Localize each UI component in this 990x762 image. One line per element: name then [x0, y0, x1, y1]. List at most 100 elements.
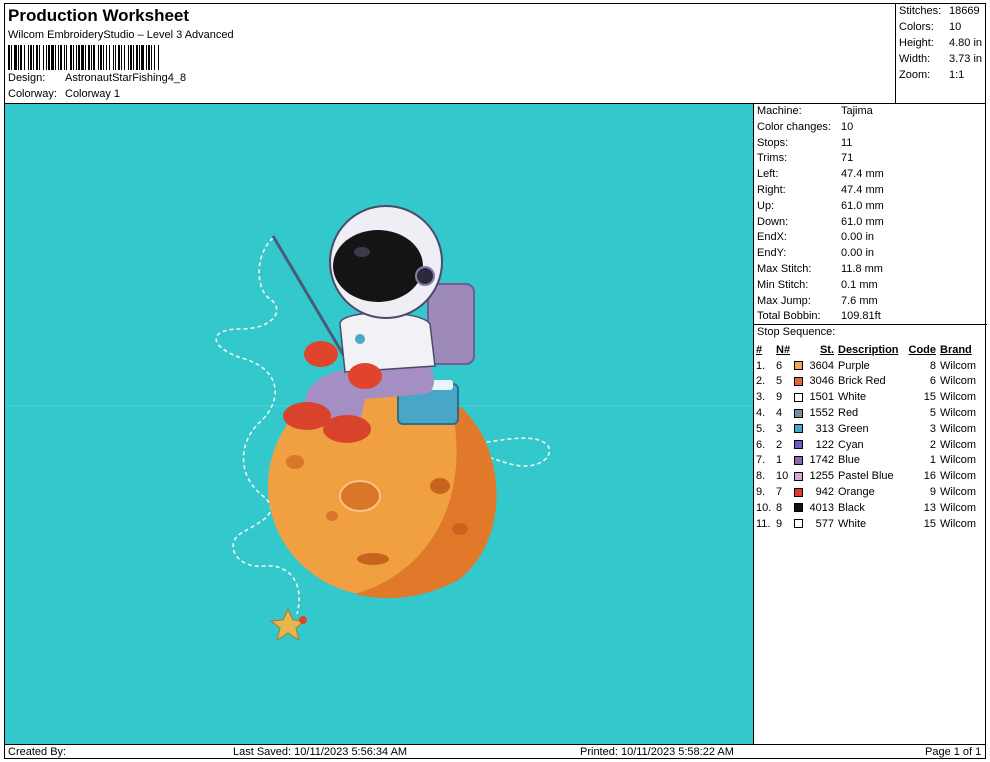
- cell-n: 9: [776, 517, 783, 530]
- astronaut-torso: [339, 312, 436, 373]
- cell-code: 8: [929, 359, 936, 372]
- cell-desc: Red: [838, 407, 859, 420]
- moon-crater: [357, 553, 389, 565]
- cell-code: 3: [929, 422, 936, 435]
- cell-brand: Wilcom: [940, 359, 977, 372]
- stat-row: Width: 3.73 in: [899, 53, 982, 65]
- machine-info-row: EndY: 0.00 in: [757, 247, 874, 259]
- machine-info-value: 7.6 mm: [841, 294, 878, 307]
- stat-value: 18669: [949, 5, 980, 17]
- barcode-bar: [159, 45, 161, 70]
- machine-info-label: Color changes:: [757, 120, 831, 133]
- cell-brand: Wilcom: [940, 501, 977, 514]
- cell-desc: Brick Red: [838, 375, 886, 388]
- stat-row: Stitches: 18669: [899, 5, 980, 17]
- cell-n: 3: [776, 422, 783, 435]
- design-row: Design: AstronautStarFishing4_8: [8, 72, 186, 84]
- cell-num: 6.: [756, 438, 766, 451]
- machine-info-label: EndY:: [757, 247, 787, 260]
- starfish: [269, 607, 307, 642]
- column-header: Code: [908, 343, 937, 356]
- machine-info-panel: Machine: Tajima Color changes: 10 Stops: 11 Tr…: [753, 104, 987, 744]
- design-label: Design:: [8, 72, 46, 84]
- cell-desc: Purple: [838, 359, 870, 372]
- cell-n: 2: [776, 438, 783, 451]
- moon-crater: [430, 478, 450, 494]
- machine-info-label: Max Jump:: [757, 294, 811, 307]
- cell-brand: Wilcom: [940, 407, 977, 420]
- moon-crater: [452, 523, 468, 535]
- cell-code: 15: [923, 517, 936, 530]
- cell-st: 577: [815, 517, 834, 530]
- table-row: 4. 4 1552 Red 5 Wilcom: [756, 405, 980, 421]
- cell-n: 1: [776, 454, 783, 467]
- cell-brand: Wilcom: [940, 375, 977, 388]
- cell-desc: Blue: [838, 454, 861, 467]
- table-row: 9. 7 942 Orange 9 Wilcom: [756, 484, 980, 500]
- machine-info-label: Down:: [757, 215, 789, 228]
- stat-label: Colors:: [899, 21, 934, 33]
- machine-info-row: Right: 47.4 mm: [757, 184, 884, 196]
- machine-info-label: Total Bobbin:: [757, 310, 821, 323]
- color-swatch: [794, 424, 803, 434]
- color-swatch: [794, 377, 803, 387]
- cell-code: 13: [923, 501, 936, 514]
- table-row: 8. 10 1255 Pastel Blue 16 Wilcom: [756, 468, 980, 484]
- cell-brand: Wilcom: [940, 438, 977, 451]
- stat-row: Height: 4.80 in: [899, 37, 982, 49]
- cell-desc: Black: [838, 501, 865, 514]
- table-row: 2. 5 3046 Brick Red 6 Wilcom: [756, 374, 980, 390]
- barcode: [8, 45, 320, 70]
- software-subtitle: Wilcom EmbroideryStudio – Level 3 Advanc…: [8, 29, 234, 41]
- column-header: #: [756, 343, 763, 356]
- cell-desc: Pastel Blue: [838, 470, 894, 483]
- cell-num: 11.: [756, 517, 771, 530]
- cell-n: 6: [776, 359, 783, 372]
- stat-row: Zoom: 1:1: [899, 69, 964, 81]
- cell-brand: Wilcom: [940, 486, 977, 499]
- cell-num: 1.: [756, 359, 766, 372]
- cell-swatch: [794, 453, 808, 469]
- worksheet-footer: Created By: Last Saved: 10/11/2023 5:56:…: [5, 744, 986, 759]
- cell-num: 10.: [756, 501, 772, 514]
- table-row: 1. 6 3604 Purple 8 Wilcom: [756, 358, 980, 374]
- colorway-label: Colorway:: [8, 88, 57, 100]
- machine-info-row: Up: 61.0 mm: [757, 200, 884, 212]
- machine-info-row: Max Jump: 7.6 mm: [757, 295, 878, 307]
- design-stats: Stitches: 18669 Colors: 10 Height: 4.80 in …: [895, 4, 986, 104]
- cell-st: 1742: [809, 454, 834, 467]
- color-swatch: [794, 519, 803, 529]
- cell-st: 3604: [809, 359, 834, 372]
- astronaut-embroidery-illustration: [5, 205, 753, 642]
- cell-swatch: [794, 358, 808, 374]
- machine-info-row: Color changes: 10: [757, 121, 853, 133]
- cell-num: 2.: [756, 375, 766, 388]
- machine-info-row: Left: 47.4 mm: [757, 168, 884, 180]
- cell-st: 3046: [809, 375, 834, 388]
- cell-swatch: [794, 500, 808, 516]
- design-value: AstronautStarFishing4_8: [65, 72, 187, 84]
- table-row: 10. 8 4013 Black 13 Wilcom: [756, 500, 980, 516]
- column-header: Brand: [940, 343, 972, 356]
- cell-st: 122: [815, 438, 834, 451]
- colorway-value: Colorway 1: [65, 88, 121, 100]
- machine-info-row: Min Stitch: 0.1 mm: [757, 279, 878, 291]
- stat-label: Stitches:: [899, 5, 942, 17]
- design-preview-canvas: [5, 104, 753, 744]
- color-swatch: [794, 503, 803, 513]
- page-number: Page 1 of 1: [925, 746, 982, 758]
- machine-info-row: Machine: Tajima: [757, 105, 873, 117]
- machine-info-row: Stops: 11: [757, 137, 852, 149]
- machine-info-value: 61.0 mm: [841, 215, 884, 228]
- cell-st: 1501: [809, 391, 834, 404]
- cell-desc: Orange: [838, 486, 875, 499]
- machine-info-label: Right:: [757, 184, 786, 196]
- cell-code: 2: [929, 438, 936, 451]
- column-header: N#: [776, 343, 791, 356]
- machine-info-label: Trims:: [757, 152, 788, 165]
- color-swatch: [794, 392, 803, 402]
- cell-swatch: [794, 389, 808, 405]
- cell-swatch: [794, 468, 808, 484]
- table-row: 6. 2 122 Cyan 2 Wilcom: [756, 437, 980, 453]
- stat-label: Zoom:: [899, 69, 931, 81]
